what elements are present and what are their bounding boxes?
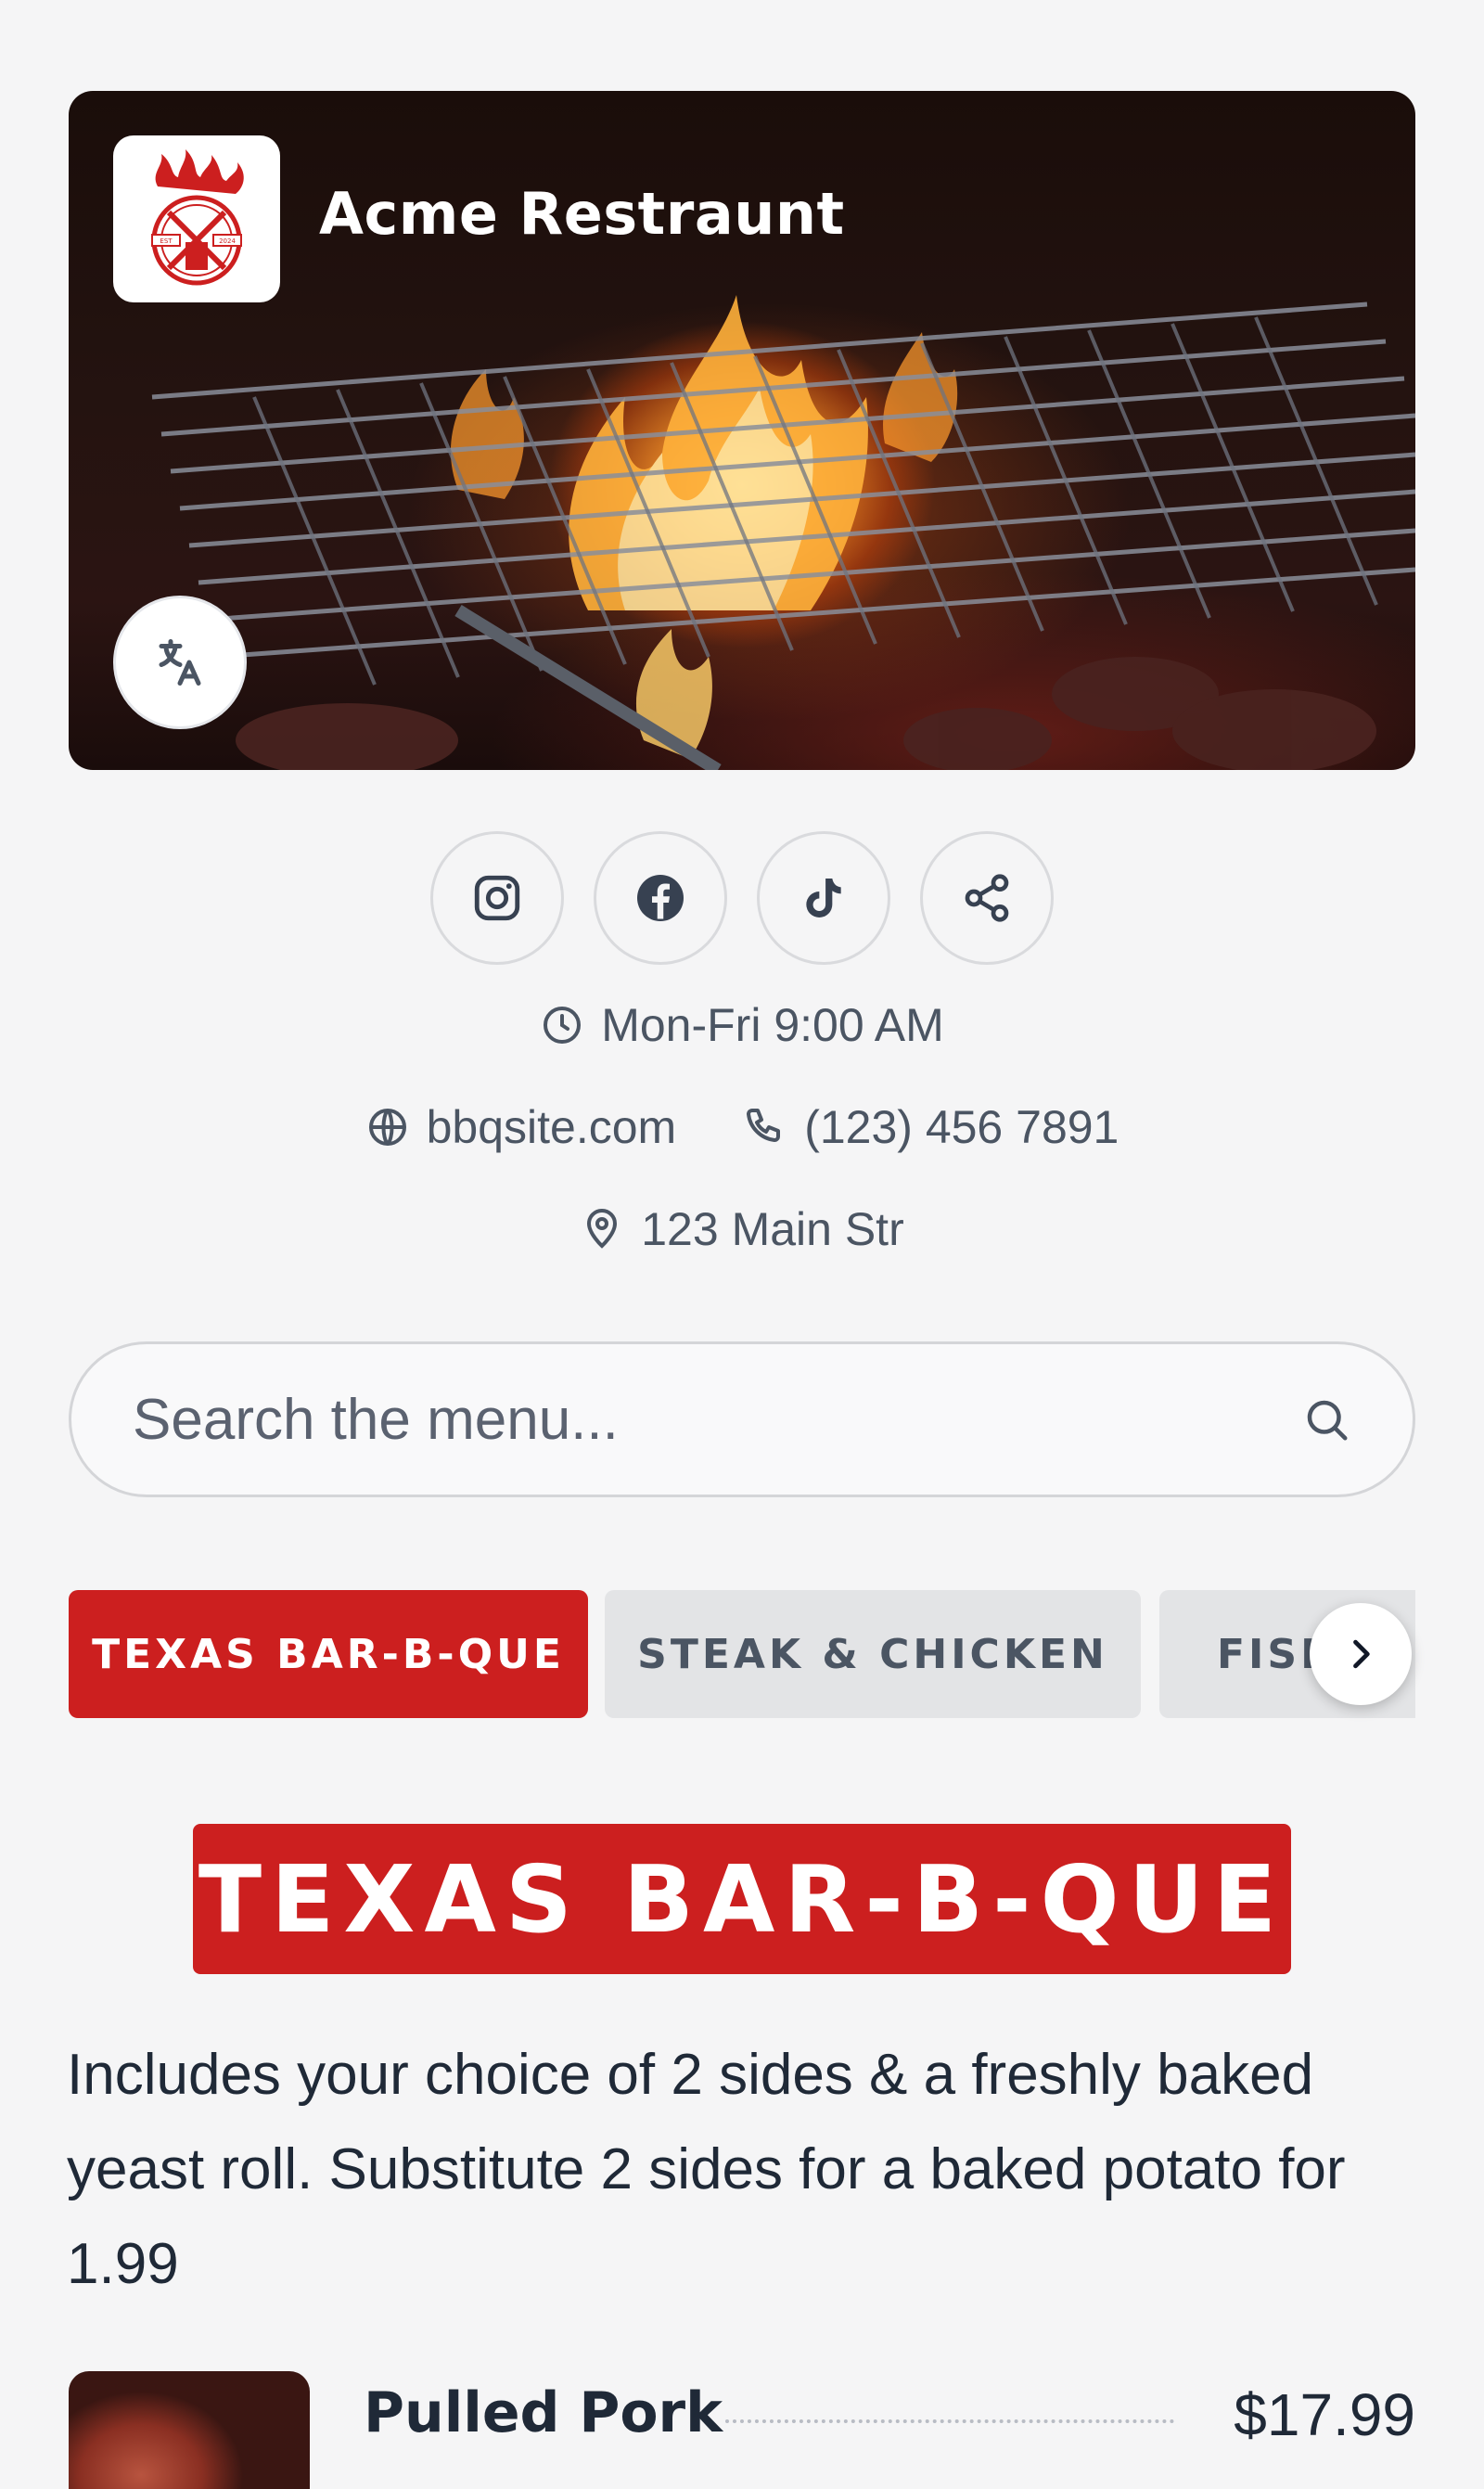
search-icon[interactable] (1301, 1394, 1351, 1444)
logo-year-text: 2024 (219, 237, 236, 245)
category-tabs: TEXAS BAR-B-QUE STEAK & CHICKEN FISH & S… (69, 1590, 1415, 1718)
share-button[interactable] (920, 831, 1054, 965)
hours-text: Mon-Fri 9:00 AM (601, 999, 944, 1051)
phone-icon (747, 1109, 781, 1142)
translate-icon (159, 639, 201, 686)
contact-line: bbqsite.com (123) 456 7891 (0, 1100, 1484, 1154)
instagram-icon (474, 875, 520, 921)
menu-item-name[interactable]: Pulled Pork (364, 2380, 723, 2445)
search-input[interactable] (133, 1386, 1301, 1453)
chevron-right-icon (1353, 1639, 1370, 1669)
tab-steak-chicken[interactable]: STEAK & CHICKEN (605, 1590, 1141, 1718)
hours-line: Mon-Fri 9:00 AM (0, 998, 1484, 1052)
tiktok-icon (806, 879, 841, 917)
instagram-button[interactable] (430, 831, 564, 965)
map-pin-icon (587, 1209, 618, 1249)
website-link[interactable]: bbqsite.com (365, 1100, 677, 1154)
tabs-scroll-right-button[interactable] (1310, 1603, 1412, 1705)
restaurant-name: Acme Restraunt (319, 180, 845, 248)
clock-icon (544, 1007, 582, 1044)
menu-item-leader (725, 2419, 1174, 2423)
facebook-icon (637, 875, 684, 921)
address-text: 123 Main Str (641, 1203, 904, 1255)
website-text: bbqsite.com (426, 1101, 677, 1153)
phone-link[interactable]: (123) 456 7891 (743, 1100, 1119, 1154)
bbq-logo-icon: EST 2024 (151, 149, 244, 286)
translate-button[interactable] (113, 596, 247, 729)
tab-texas-bar-b-que[interactable]: TEXAS BAR-B-QUE (69, 1590, 588, 1718)
facebook-button[interactable] (594, 831, 727, 965)
section-description: Includes your choice of 2 sides & a fres… (67, 2043, 1346, 2296)
menu-item-price: $17.99 (1234, 2381, 1415, 2448)
address-line: 123 Main Str (0, 1202, 1484, 1256)
section-title: TEXAS BAR-B-QUE (193, 1824, 1291, 1974)
share-icon (965, 874, 1009, 922)
tiktok-button[interactable] (757, 831, 890, 965)
menu-item-image[interactable] (69, 2371, 310, 2489)
address-link[interactable]: 123 Main Str (580, 1202, 904, 1256)
social-links (430, 831, 1054, 965)
hero-banner: EST 2024 Acme Restraunt (69, 91, 1415, 770)
page: EST 2024 Acme Restraunt Mon-Fri 9:00 AM … (0, 0, 1484, 2489)
globe-icon (368, 1109, 406, 1146)
hours-info: Mon-Fri 9:00 AM (540, 998, 944, 1052)
logo-est-text: EST (160, 237, 173, 245)
restaurant-logo: EST 2024 (113, 135, 280, 302)
search-bar (69, 1341, 1415, 1497)
phone-text: (123) 456 7891 (804, 1101, 1119, 1153)
